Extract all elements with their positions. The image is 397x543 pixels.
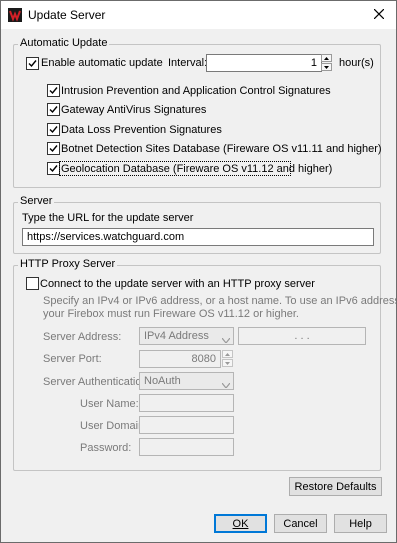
chevron-up-icon [225, 352, 230, 356]
cancel-button[interactable]: Cancel [274, 514, 327, 533]
signature-checkbox-ips[interactable] [47, 84, 60, 97]
title-bar: Update Server [1, 1, 396, 29]
signature-label-ips: Intrusion Prevention and Application Con… [61, 85, 331, 97]
user-domain-input[interactable] [139, 416, 234, 434]
restore-defaults-label: Restore Defaults [294, 480, 377, 493]
window-title: Update Server [28, 8, 106, 22]
signature-checkbox-botnet[interactable] [47, 142, 60, 155]
automatic-update-legend: Automatic Update [18, 37, 110, 49]
interval-unit-label: hour(s) [339, 57, 374, 69]
server-address-label: Server Address: [43, 331, 122, 343]
server-url-value: https://services.watchguard.com [27, 231, 185, 243]
automatic-update-group: Automatic Update Enable automatic update… [13, 37, 382, 188]
help-label: Help [349, 517, 372, 530]
interval-input[interactable]: 1 [206, 54, 322, 72]
server-url-input[interactable]: https://services.watchguard.com [22, 228, 374, 246]
ok-button[interactable]: OK [214, 514, 267, 533]
user-name-input[interactable] [139, 394, 234, 412]
http-proxy-legend: HTTP Proxy Server [18, 258, 118, 270]
ok-label: OK [232, 517, 249, 530]
ip-address-input[interactable]: . . . [238, 327, 366, 345]
chevron-up-icon [324, 56, 329, 60]
signature-label-gav: Gateway AntiVirus Signatures [61, 104, 207, 116]
signature-checkbox-dlp[interactable] [47, 123, 60, 136]
interval-spinner[interactable] [321, 54, 332, 72]
chevron-down-icon [221, 377, 231, 393]
server-auth-value: NoAuth [144, 375, 181, 387]
server-auth-label: Server Authentication: [43, 376, 151, 388]
restore-defaults-button[interactable]: Restore Defaults [289, 477, 382, 496]
user-domain-label: User Domain: [80, 420, 148, 432]
signature-label-geolocation: Geolocation Database (Fireware OS v11.12… [61, 163, 333, 175]
enable-automatic-update-label: Enable automatic update [41, 57, 163, 69]
address-type-select[interactable]: IPv4 Address [139, 327, 234, 345]
server-legend: Server [18, 195, 55, 207]
proxy-help-line-2: your Firebox must run Fireware OS v11.12… [43, 308, 299, 320]
close-button[interactable] [362, 1, 396, 29]
signature-label-dlp: Data Loss Prevention Signatures [61, 124, 222, 136]
server-port-input[interactable]: 8080 [139, 350, 221, 368]
spin-up-button[interactable] [222, 350, 233, 358]
server-port-spinner[interactable] [222, 350, 233, 368]
spin-up-button[interactable] [321, 54, 332, 62]
use-proxy-checkbox[interactable] [26, 277, 39, 290]
server-url-prompt: Type the URL for the update server [22, 212, 194, 224]
spin-down-button[interactable] [222, 359, 233, 367]
proxy-help-line-1: Specify an IPv4 or IPv6 address, or a ho… [43, 295, 397, 307]
address-type-value: IPv4 Address [144, 330, 209, 342]
cancel-label: Cancel [283, 517, 318, 530]
http-proxy-group: HTTP Proxy Server Connect to the update … [13, 258, 396, 471]
password-input[interactable] [139, 438, 234, 456]
help-button[interactable]: Help [334, 514, 387, 533]
user-name-label: User Name: [80, 398, 139, 410]
interval-value: 1 [310, 57, 317, 69]
signature-label-botnet: Botnet Detection Sites Database (Firewar… [61, 143, 382, 155]
enable-automatic-update-checkbox[interactable] [26, 57, 39, 70]
server-port-label: Server Port: [43, 353, 102, 365]
chevron-down-icon [225, 361, 230, 365]
chevron-down-icon [324, 65, 329, 69]
use-proxy-label: Connect to the update server with an HTT… [40, 278, 315, 290]
server-group: Server Type the URL for the update serve… [13, 195, 381, 254]
signature-checkbox-gav[interactable] [47, 103, 60, 116]
close-icon [373, 8, 385, 22]
ip-address-placeholder: . . . [294, 330, 310, 342]
interval-label: Interval: [168, 57, 208, 69]
server-auth-select[interactable]: NoAuth [139, 372, 234, 390]
password-label: Password: [80, 442, 132, 454]
server-port-value: 8080 [191, 353, 216, 365]
spin-down-button[interactable] [321, 63, 332, 71]
update-server-dialog: Update Server Automatic Update Enable au… [0, 0, 397, 543]
watchguard-app-icon [8, 8, 22, 22]
chevron-down-icon [221, 332, 231, 348]
